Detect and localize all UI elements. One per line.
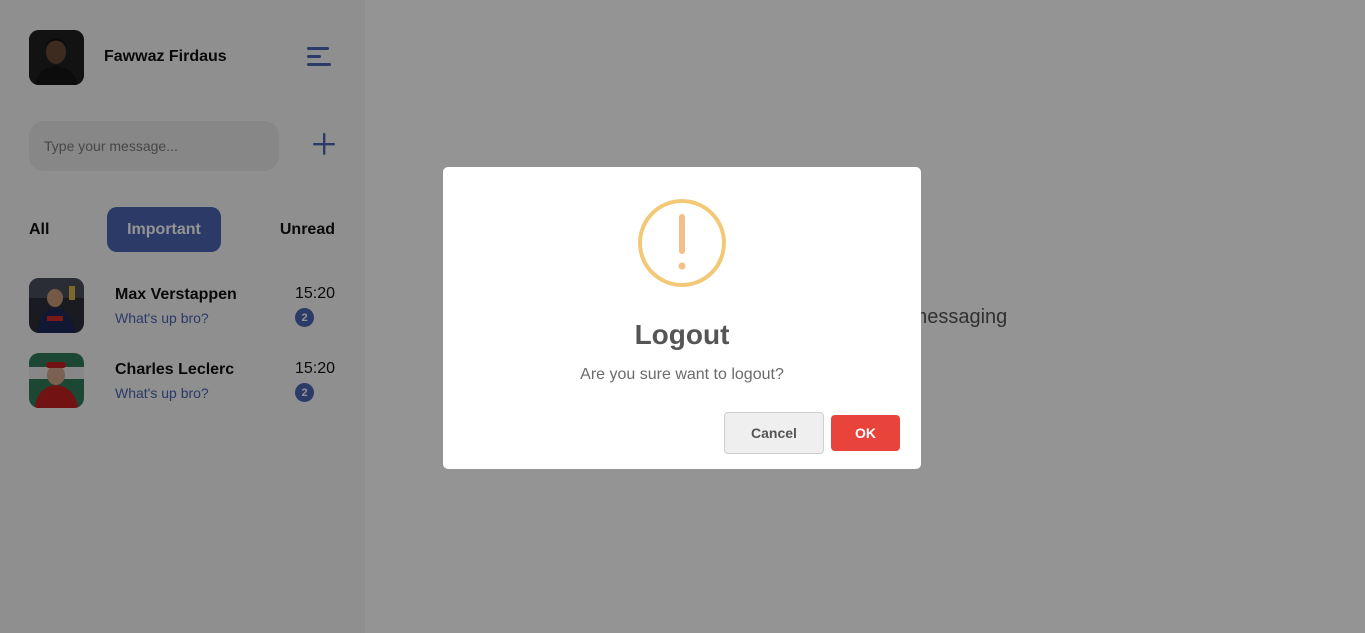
dialog-title: Logout xyxy=(634,319,730,350)
dialog-message: Are you sure want to logout? xyxy=(580,366,784,383)
logout-dialog: Logout Are you sure want to logout? Canc… xyxy=(443,167,921,469)
cancel-button[interactable]: Cancel xyxy=(724,412,824,454)
warning-icon xyxy=(637,198,727,288)
ok-button[interactable]: OK xyxy=(831,415,900,451)
